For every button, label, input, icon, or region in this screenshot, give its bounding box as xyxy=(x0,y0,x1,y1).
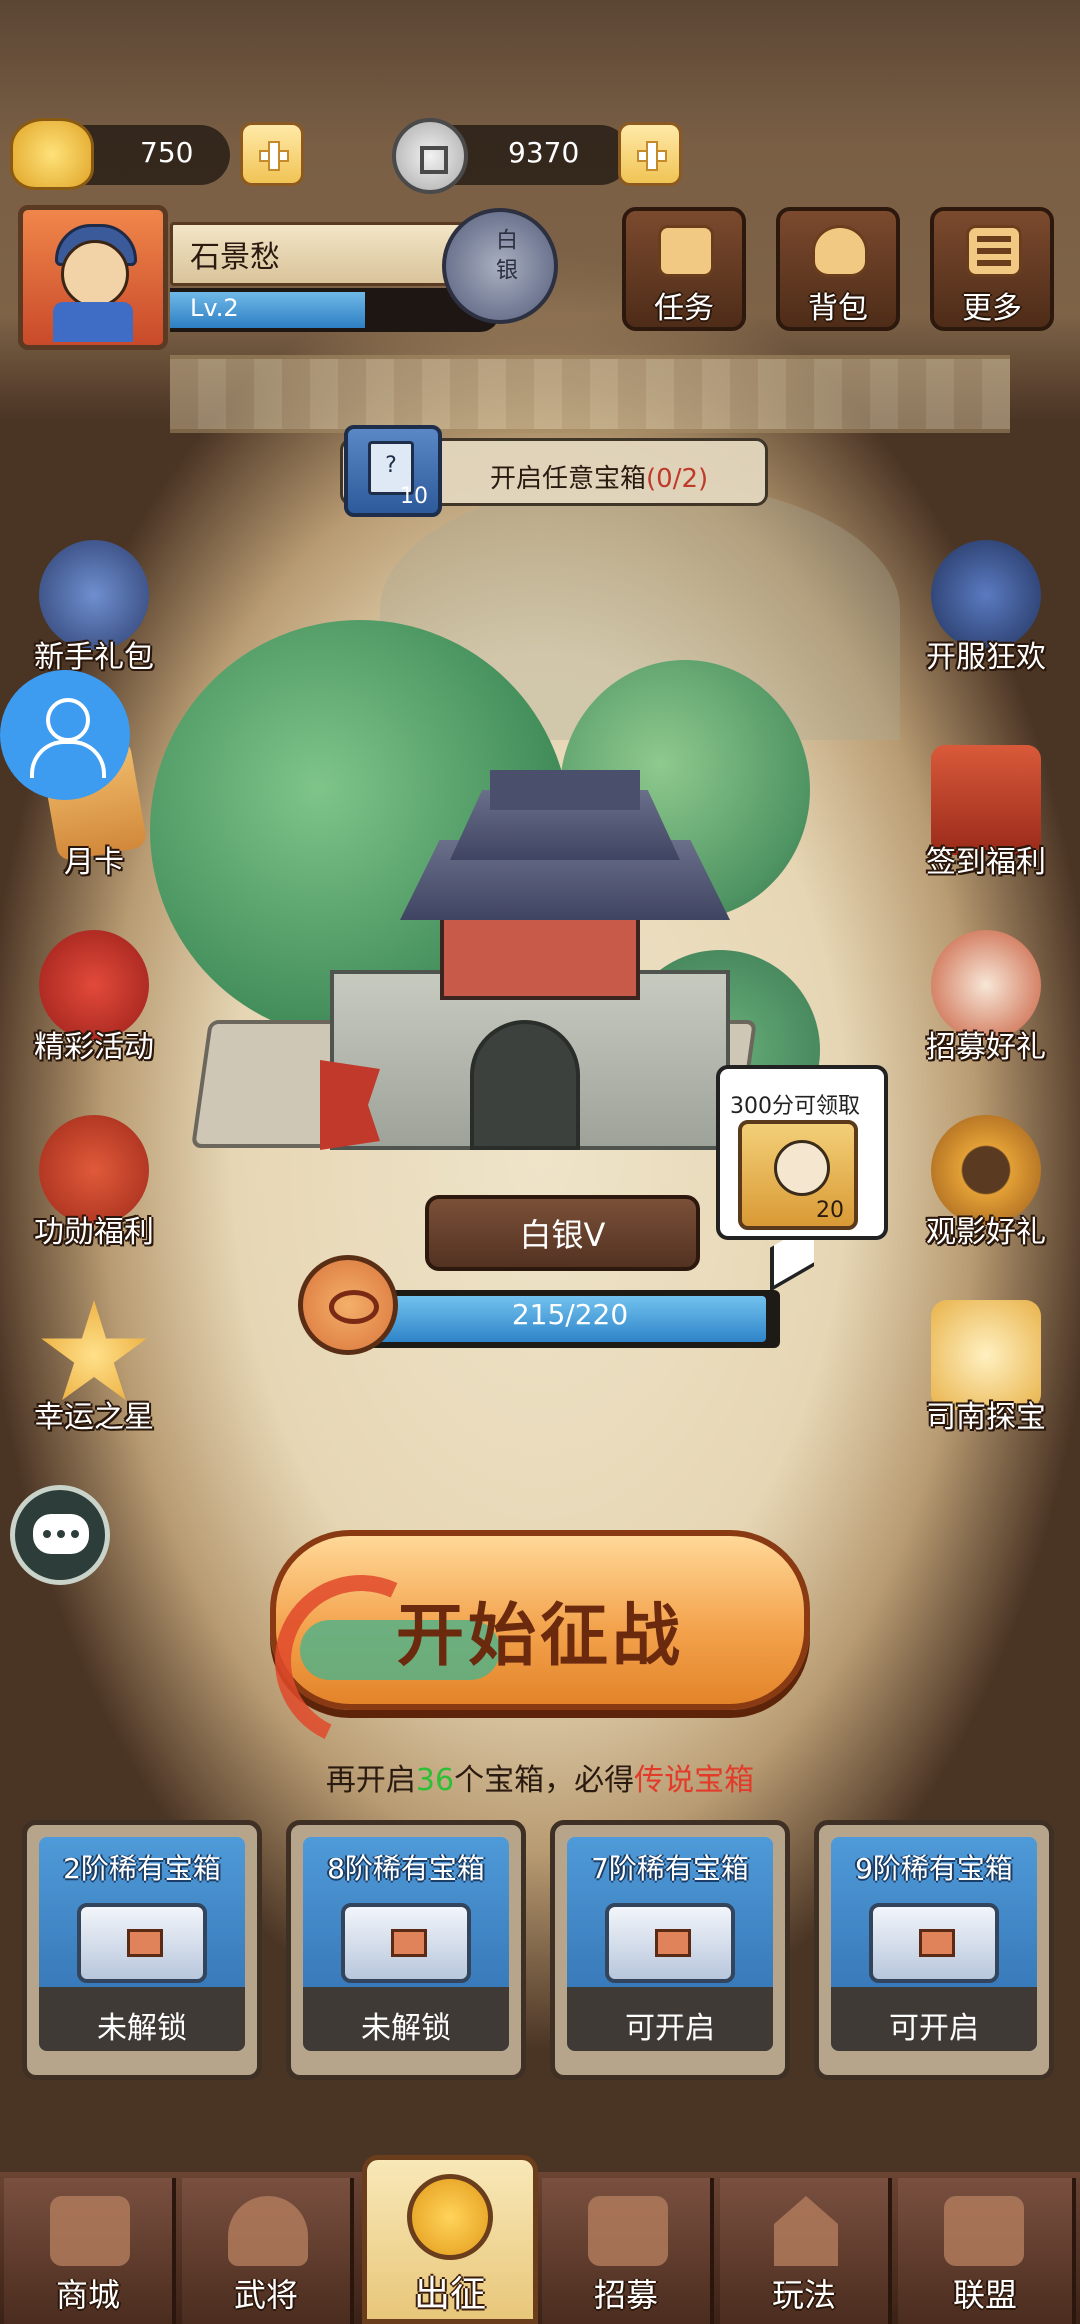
nav-gameplay[interactable]: 玩法 xyxy=(720,2178,892,2324)
chest-title: 7阶稀有宝箱 xyxy=(591,1852,749,1885)
user-icon xyxy=(46,698,90,742)
chest-title: 8阶稀有宝箱 xyxy=(327,1852,485,1885)
fortress-gate xyxy=(470,1020,580,1150)
month-card-label: 月卡 xyxy=(64,845,124,880)
coin-value: 9370 xyxy=(508,136,580,169)
silver-chest-icon xyxy=(605,1903,735,1983)
add-coin-button[interactable] xyxy=(618,122,682,186)
chest-slot-4[interactable]: 9阶稀有宝箱 可开启 xyxy=(814,1820,1054,2080)
legend-chest-hint: 再开启36个宝箱，必得传说宝箱 xyxy=(325,1763,755,1798)
silver-chest-icon xyxy=(869,1903,999,1983)
floating-account-button[interactable] xyxy=(0,670,130,800)
recruit-gift-label: 招募好礼 xyxy=(926,1030,1046,1065)
nav-shop-label: 商城 xyxy=(55,2276,120,2314)
task-card-count: 10 xyxy=(400,484,428,509)
tasks-button[interactable]: 任务 xyxy=(622,207,746,331)
nav-shop[interactable]: 商城 xyxy=(4,2178,176,2324)
bag-label: 背包 xyxy=(808,291,868,326)
gameplay-icon xyxy=(774,2196,838,2266)
chest-state: 未解锁 xyxy=(361,2011,451,2046)
legend-chest-text: 传说宝箱 xyxy=(634,1763,755,1798)
scroll-icon xyxy=(658,225,714,277)
nav-generals[interactable]: 武将 xyxy=(182,2178,354,2324)
newbie-gift-label: 新手礼包 xyxy=(34,640,154,675)
lucky-star-button[interactable]: 幸运之星 xyxy=(14,1300,174,1436)
decorative-band xyxy=(170,355,1010,433)
chest-state: 可开启 xyxy=(889,2011,979,2046)
sign-in-button[interactable]: 签到福利 xyxy=(906,745,1066,881)
chest-slot-3[interactable]: 7阶稀有宝箱 可开启 xyxy=(550,1820,790,2080)
nav-generals-label: 武将 xyxy=(233,2276,298,2314)
reward-count: 20 xyxy=(816,1198,844,1223)
nav-campaign-label: 出征 xyxy=(413,2274,486,2315)
chest-state: 未解锁 xyxy=(97,2011,187,2046)
rank-title: 白银Ⅴ xyxy=(519,1216,606,1254)
chat-bubble-icon xyxy=(33,1514,89,1554)
chest-title: 2阶稀有宝箱 xyxy=(63,1852,221,1885)
sign-in-label: 签到福利 xyxy=(926,845,1046,880)
chests-remaining: 36 xyxy=(415,1763,455,1798)
chest-state: 可开启 xyxy=(625,2011,715,2046)
events-button[interactable]: 精彩活动 xyxy=(14,930,174,1066)
rank-score-icon xyxy=(298,1255,398,1355)
task-progress: (0/2) xyxy=(646,464,709,494)
menu-icon xyxy=(966,225,1022,277)
recruit-gift-button[interactable]: 招募好礼 xyxy=(906,930,1066,1066)
more-label: 更多 xyxy=(962,291,1022,326)
elder-portrait-icon xyxy=(774,1140,830,1196)
player-name: 石景愁 xyxy=(190,240,280,275)
merit-welfare-label: 功勋福利 xyxy=(34,1215,154,1250)
video-gift-button[interactable]: 观影好礼 xyxy=(906,1115,1066,1251)
nav-recruit[interactable]: 招募 xyxy=(542,2178,714,2324)
newbie-gift-button[interactable]: 新手礼包 xyxy=(14,540,174,676)
general-icon xyxy=(228,2196,308,2266)
alliance-icon xyxy=(944,2196,1024,2266)
nav-alliance[interactable]: 联盟 xyxy=(898,2178,1076,2324)
merit-welfare-button[interactable]: 功勋福利 xyxy=(14,1115,174,1251)
gold-value: 750 xyxy=(140,136,194,169)
shop-icon xyxy=(50,2196,130,2266)
reward-text: 300分可领取 xyxy=(730,1094,860,1119)
chat-button[interactable] xyxy=(10,1485,110,1585)
events-label: 精彩活动 xyxy=(34,1030,154,1065)
chest-title: 9阶稀有宝箱 xyxy=(855,1852,1013,1885)
nav-gameplay-label: 玩法 xyxy=(771,2276,836,2314)
player-level: Lv.2 xyxy=(190,294,239,322)
server-carnival-label: 开服狂欢 xyxy=(926,640,1046,675)
more-button[interactable]: 更多 xyxy=(930,207,1054,331)
task-text: 开启任意宝箱(0/2) xyxy=(490,464,709,494)
avatar[interactable] xyxy=(18,205,168,350)
tasks-label: 任务 xyxy=(654,291,714,326)
nav-alliance-label: 联盟 xyxy=(952,2276,1017,2314)
copper-coin-icon xyxy=(392,118,468,194)
tower-roof-top xyxy=(490,770,640,810)
lucky-star-label: 幸运之星 xyxy=(34,1400,154,1435)
video-gift-label: 观影好礼 xyxy=(926,1215,1046,1250)
start-battle-label: 开始征战 xyxy=(395,1597,684,1676)
chest-slot-1[interactable]: 2阶稀有宝箱 未解锁 xyxy=(22,1820,262,2080)
bag-icon xyxy=(812,225,868,277)
compass-treasure-label: 司南探宝 xyxy=(926,1400,1046,1435)
silver-chest-icon xyxy=(77,1903,207,1983)
recruit-icon xyxy=(588,2196,668,2266)
add-gold-button[interactable] xyxy=(240,122,304,186)
nav-campaign[interactable]: 出征 xyxy=(362,2155,538,2324)
server-carnival-button[interactable]: 开服狂欢 xyxy=(906,540,1066,676)
rank-progress-text: 215/220 xyxy=(511,1298,629,1331)
gold-ingot-icon xyxy=(10,118,94,190)
silver-chest-icon xyxy=(341,1903,471,1983)
campaign-icon xyxy=(407,2174,493,2260)
rank-badge-label: 白银 xyxy=(492,228,517,288)
bag-button[interactable]: 背包 xyxy=(776,207,900,331)
chest-slot-2[interactable]: 8阶稀有宝箱 未解锁 xyxy=(286,1820,526,2080)
nav-recruit-label: 招募 xyxy=(593,2276,658,2314)
compass-treasure-button[interactable]: 司南探宝 xyxy=(906,1300,1066,1436)
